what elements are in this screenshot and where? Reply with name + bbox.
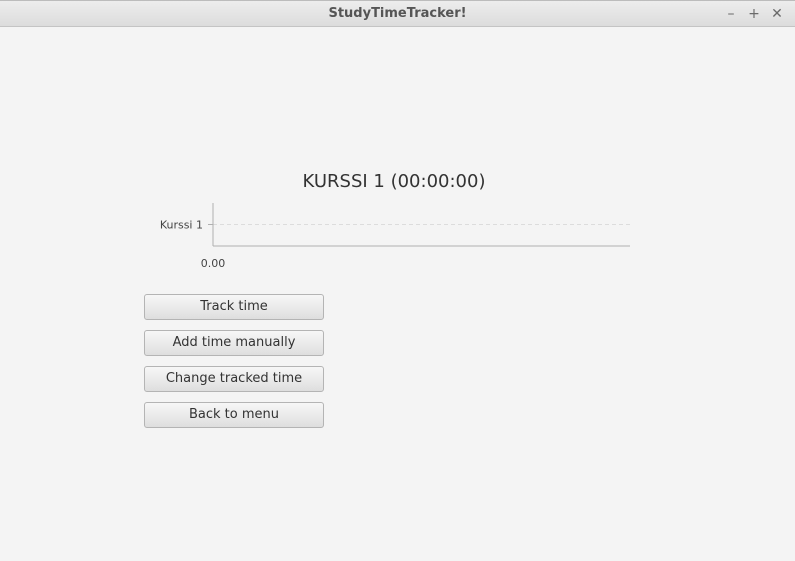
maximize-icon[interactable]: + [746,6,762,22]
change-tracked-time-button[interactable]: Change tracked time [144,366,324,392]
chart-title: KURSSI 1 (00:00:00) [302,171,486,192]
back-to-menu-button[interactable]: Back to menu [144,402,324,428]
window-title: StudyTimeTracker! [328,6,467,21]
track-time-button[interactable]: Track time [144,294,324,320]
x-tick-label: 0.00 [201,257,226,270]
add-time-manually-button[interactable]: Add time manually [144,330,324,356]
minimize-icon[interactable]: – [723,6,739,22]
title-bar[interactable]: StudyTimeTracker! – + ✕ [0,1,795,27]
course-time-chart: Kurssi 1 0.00 [160,203,630,270]
close-icon[interactable]: ✕ [769,6,785,22]
y-tick-label: Kurssi 1 [160,219,203,232]
app-window: StudyTimeTracker! – + ✕ KURSSI 1 (00:00:… [0,0,795,561]
main-content: KURSSI 1 (00:00:00) Kurssi 1 0.00 Track t… [0,27,795,561]
